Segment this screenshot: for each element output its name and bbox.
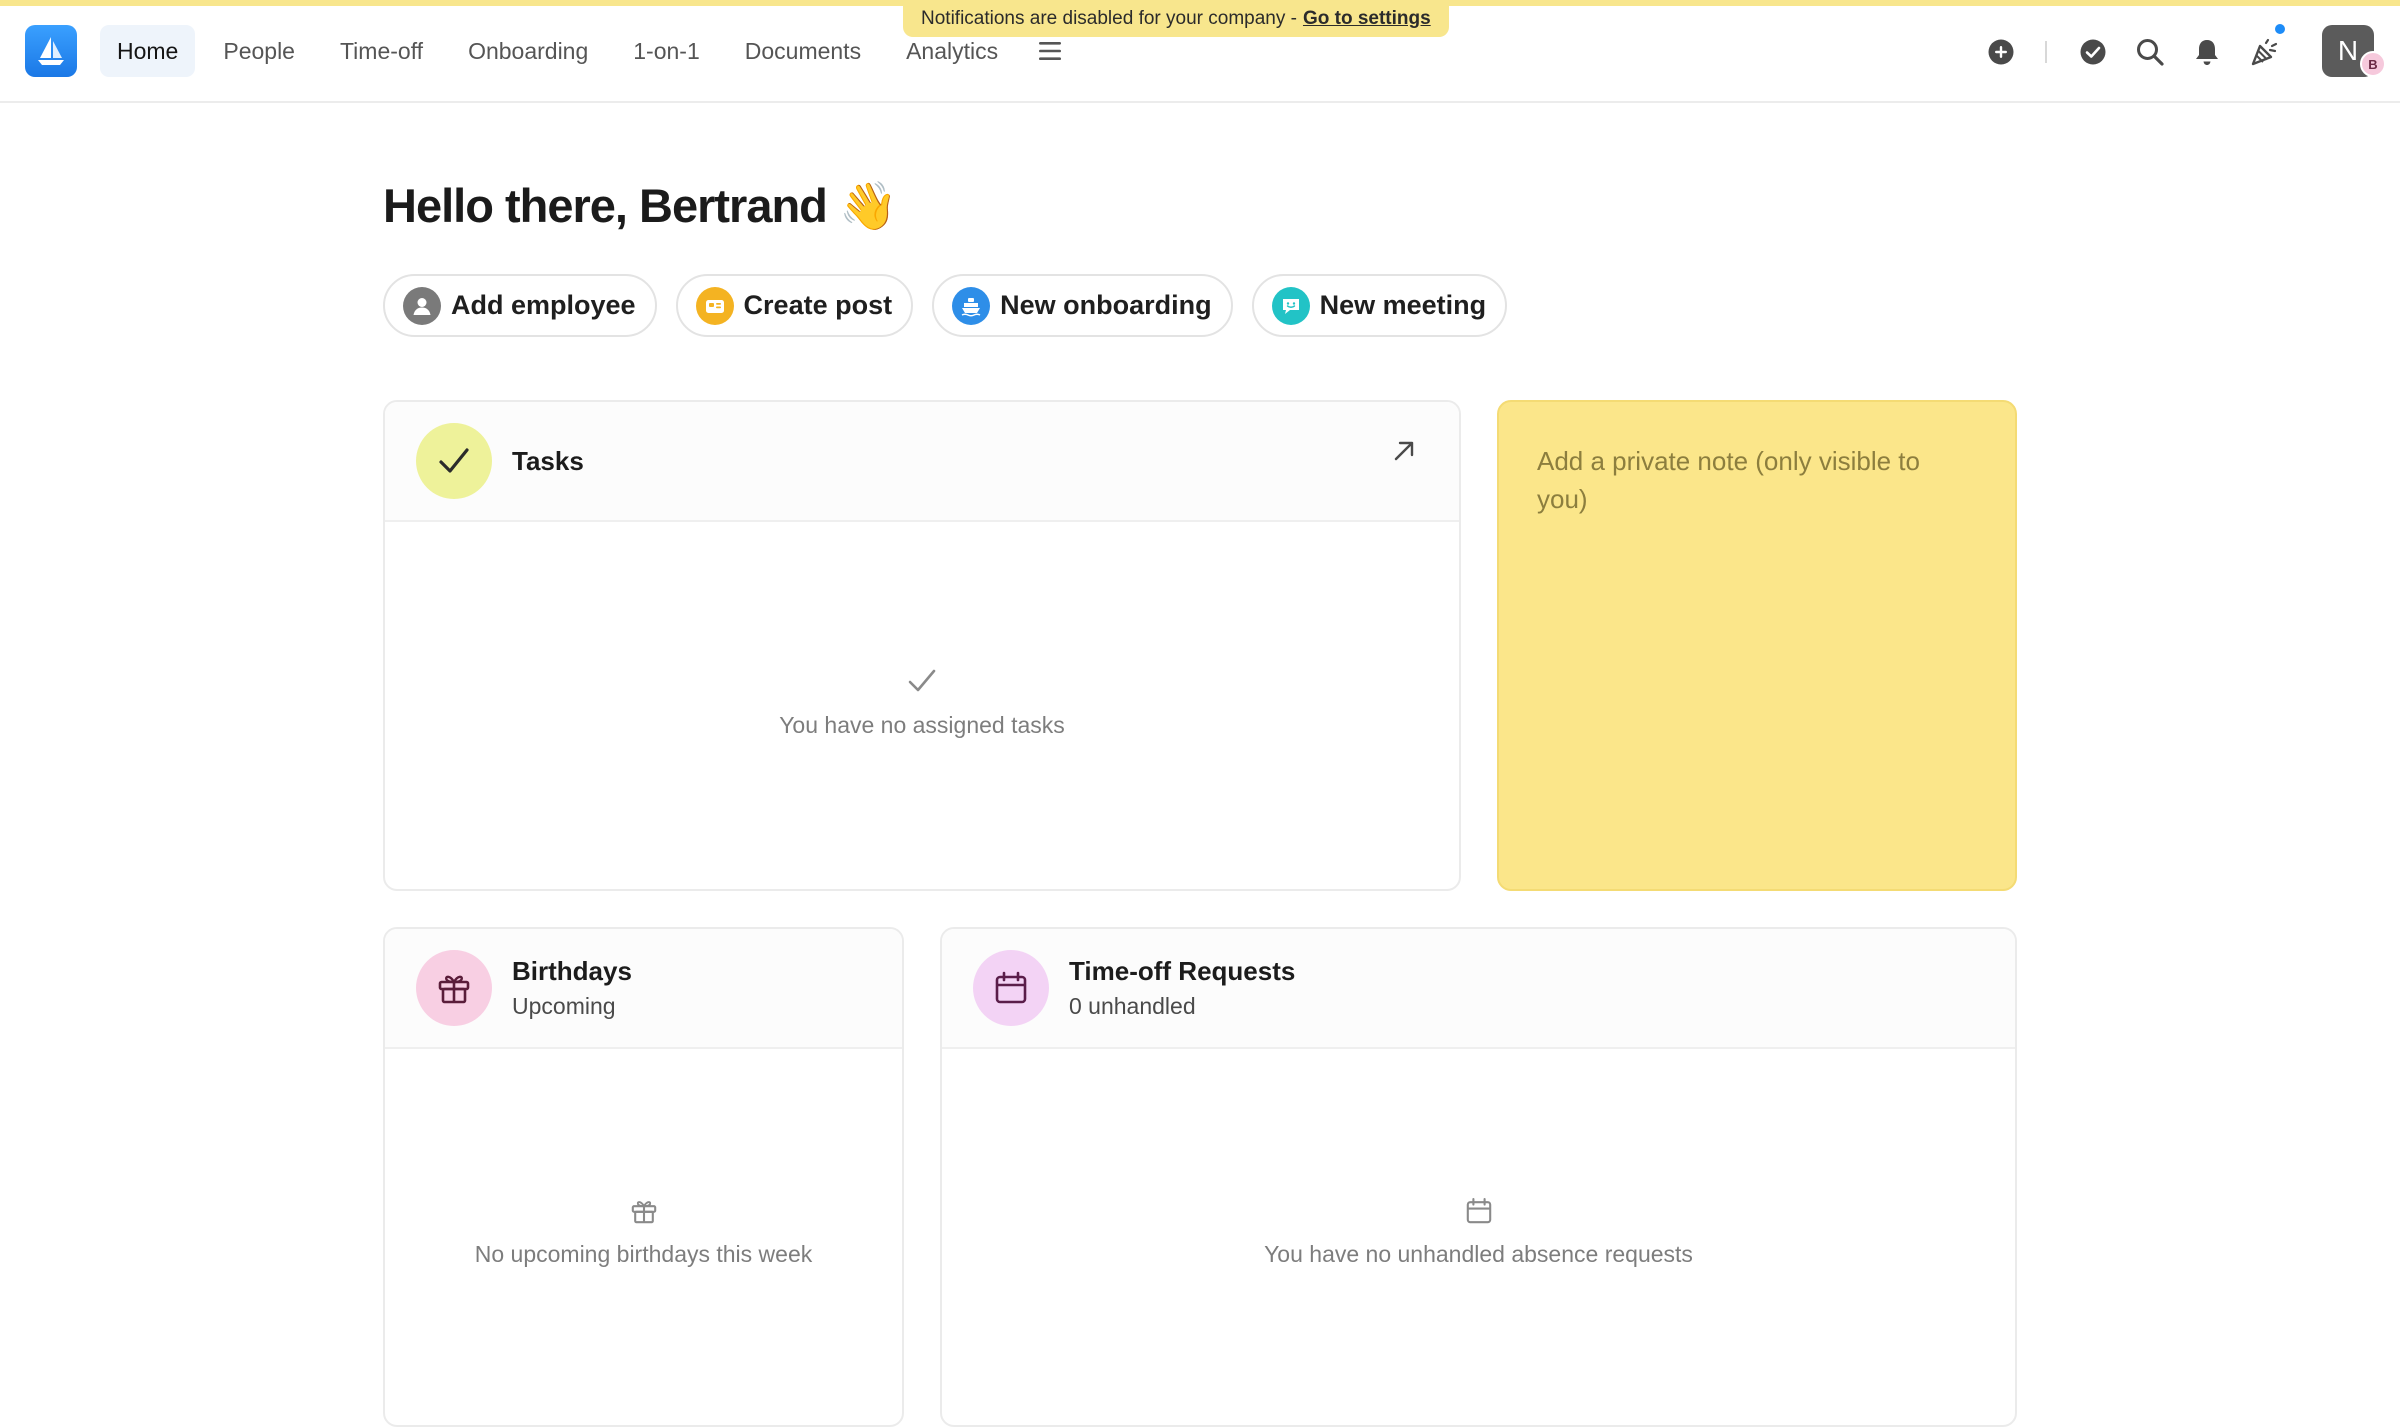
hamburger-icon — [1039, 42, 1062, 60]
checkmark-icon — [416, 423, 492, 499]
open-tasks-arrow-icon[interactable] — [1389, 436, 1419, 466]
avatar-letter: N — [2337, 35, 2359, 66]
calendar-outline-icon — [942, 1195, 2015, 1227]
new-activity-dot — [2273, 22, 2287, 36]
birthdays-card-header: Birthdays Upcoming — [385, 929, 902, 1049]
new-meeting-button[interactable]: New meeting — [1251, 274, 1508, 337]
party-popper-icon[interactable] — [2250, 37, 2280, 67]
private-note[interactable]: Add a private note (only visible to you) — [1497, 400, 2017, 891]
timeoff-subtitle: 0 unhandled — [1069, 993, 1196, 1019]
nav-people[interactable]: People — [206, 25, 312, 77]
gift-icon — [416, 950, 492, 1026]
navbar-actions: N B — [1988, 22, 2400, 77]
account-badge: B — [2360, 51, 2386, 77]
birthdays-card: Birthdays Upcoming No upcoming birthdays… — [383, 927, 904, 1427]
go-to-settings-link[interactable]: Go to settings — [1303, 8, 1431, 30]
new-onboarding-label: New onboarding — [1000, 290, 1212, 320]
tasks-card: Tasks You have no assigned tasks — [383, 400, 1461, 891]
birthdays-empty-text: No upcoming birthdays this week — [474, 1241, 813, 1267]
add-circle-icon[interactable] — [1986, 37, 2016, 67]
greeting-heading: Hello there, Bertrand 👋 — [383, 179, 897, 232]
timeoff-empty-text: You have no unhandled absence requests — [1264, 1241, 1693, 1267]
chat-smile-icon — [1271, 286, 1310, 325]
note-placeholder: Add a private note (only visible to you) — [1537, 446, 1920, 514]
person-icon — [403, 286, 441, 325]
bell-icon[interactable] — [2192, 37, 2222, 67]
gift-outline-icon — [385, 1195, 902, 1227]
nav-time-off[interactable]: Time-off — [323, 25, 440, 77]
nav-home[interactable]: Home — [100, 25, 196, 77]
create-post-label: Create post — [743, 290, 893, 320]
timeoff-requests-card: Time-off Requests 0 unhandled You have n… — [940, 927, 2017, 1427]
boat-icon — [952, 286, 991, 325]
timeoff-empty-state: You have no unhandled absence requests — [942, 1195, 2015, 1268]
nav-1-on-1[interactable]: 1-on-1 — [616, 25, 716, 77]
timeoff-card-header: Time-off Requests 0 unhandled — [942, 929, 2015, 1049]
tasks-empty-text: You have no assigned tasks — [779, 712, 1065, 738]
tasks-empty-state: You have no assigned tasks — [385, 664, 1459, 739]
check-icon — [385, 664, 1459, 698]
banner-text: Notifications are disabled for your comp… — [921, 7, 1297, 29]
timeoff-title: Time-off Requests — [1069, 956, 1296, 986]
new-meeting-label: New meeting — [1319, 290, 1487, 320]
navbar-divider — [2045, 41, 2047, 63]
add-employee-label: Add employee — [451, 290, 636, 320]
sailboat-icon — [38, 37, 64, 65]
search-icon[interactable] — [2135, 37, 2165, 67]
app-logo[interactable] — [25, 25, 77, 77]
tasks-card-header: Tasks — [385, 402, 1459, 522]
tasks-title: Tasks — [512, 446, 584, 476]
birthdays-empty-state: No upcoming birthdays this week — [385, 1195, 902, 1268]
new-onboarding-button[interactable]: New onboarding — [932, 274, 1233, 337]
notification-banner: Notifications are disabled for your comp… — [903, 0, 1449, 37]
birthdays-subtitle: Upcoming — [512, 993, 616, 1019]
quick-actions: Add employee Create post New onboarding … — [383, 274, 1526, 337]
nav-onboarding[interactable]: Onboarding — [451, 25, 605, 77]
create-post-button[interactable]: Create post — [675, 274, 914, 337]
birthdays-title: Birthdays — [512, 956, 632, 986]
check-circle-icon[interactable] — [2078, 37, 2108, 67]
calendar-icon — [973, 950, 1049, 1026]
add-employee-button[interactable]: Add employee — [383, 274, 657, 337]
post-icon — [695, 286, 734, 325]
nav-documents[interactable]: Documents — [728, 25, 878, 77]
